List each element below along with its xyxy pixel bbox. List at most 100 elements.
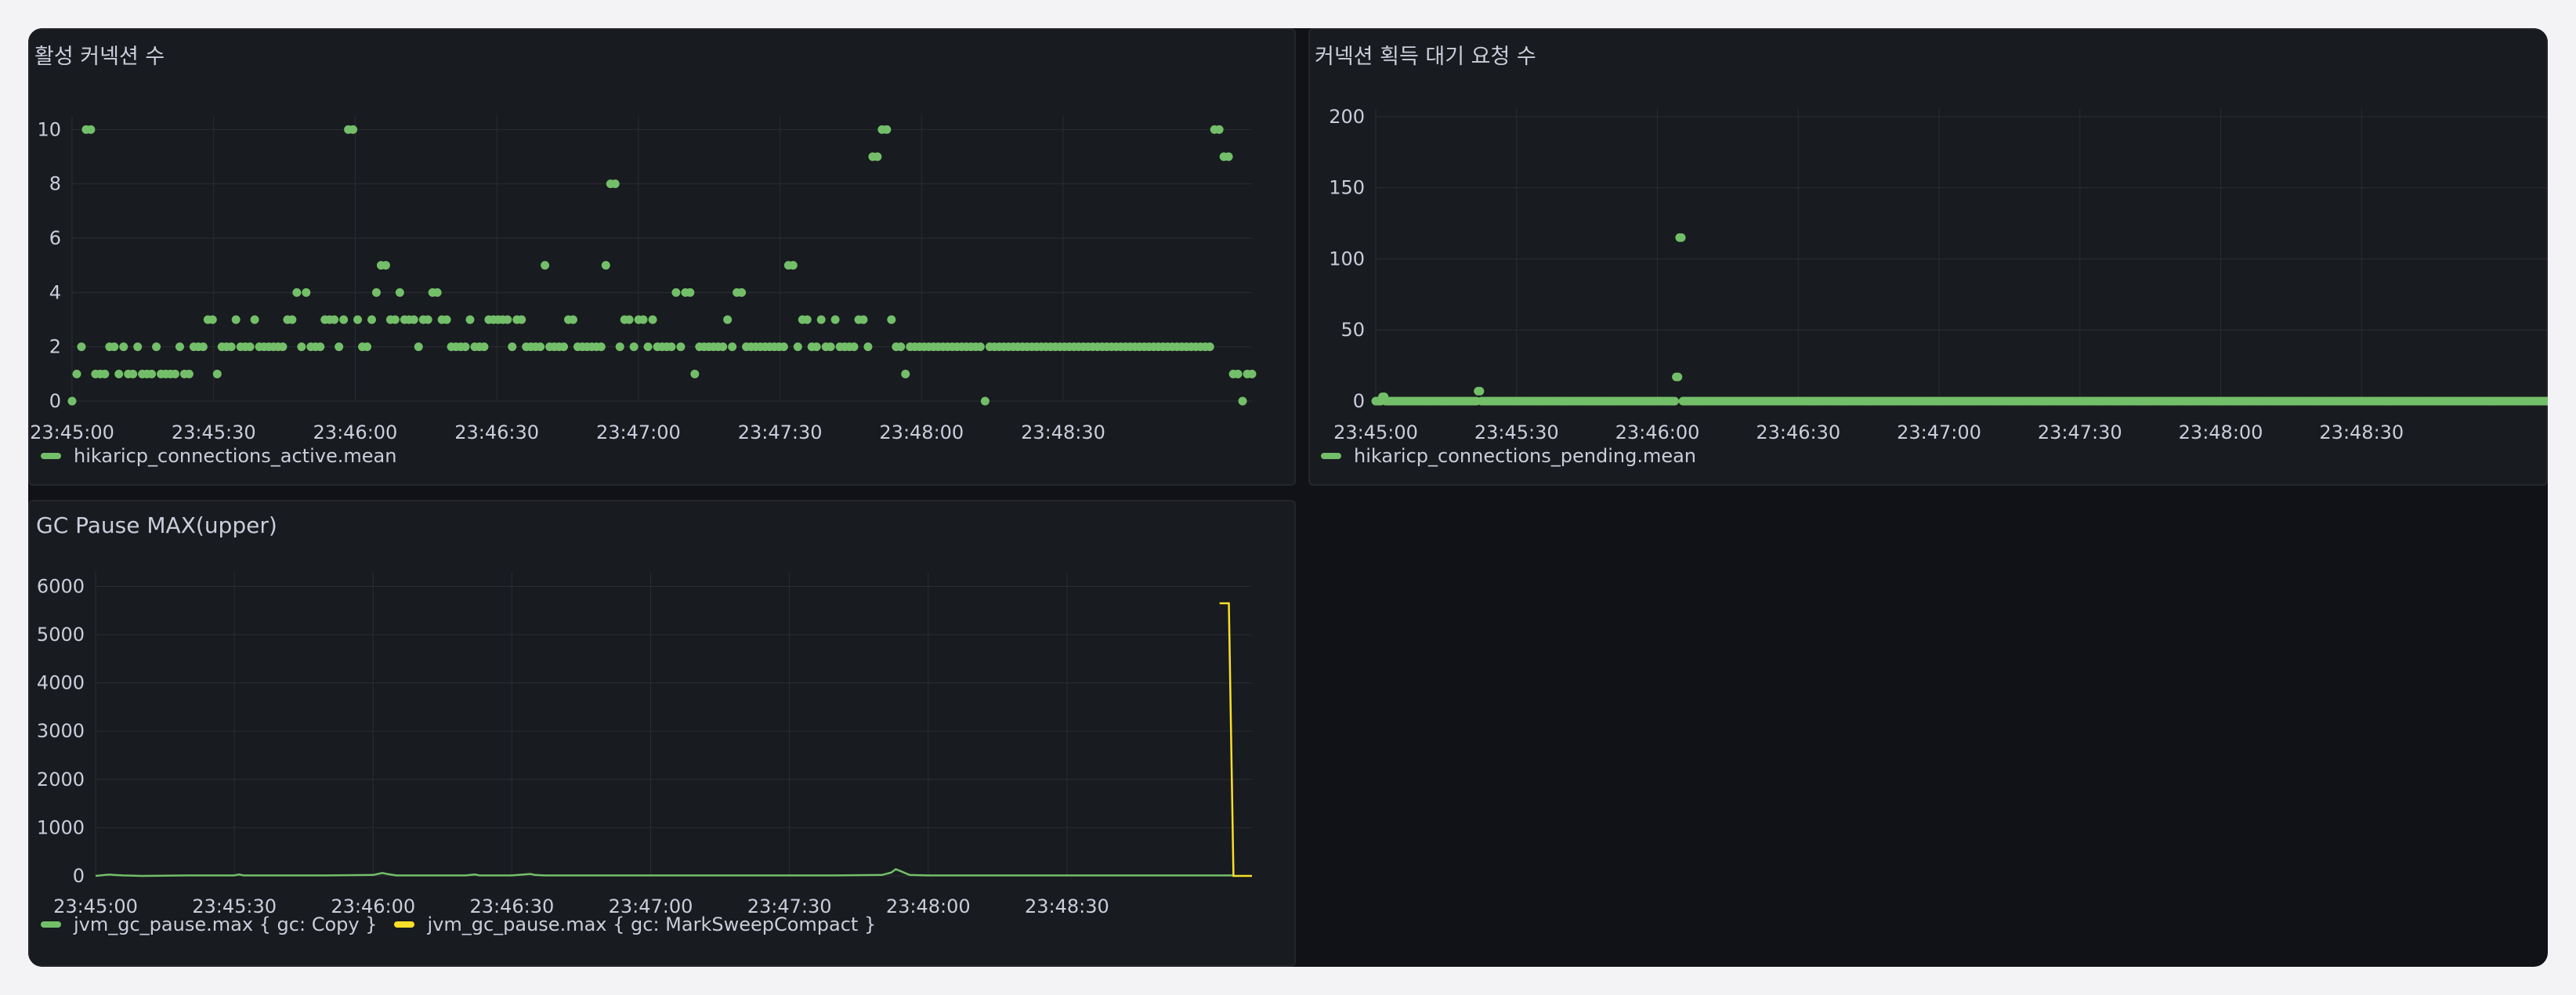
data-point xyxy=(723,315,733,324)
y-tick-label: 8 xyxy=(49,173,61,195)
data-point xyxy=(1224,152,1233,161)
data-point xyxy=(292,288,302,297)
data-point xyxy=(212,369,222,378)
data-point xyxy=(423,315,432,324)
data-point xyxy=(114,369,124,378)
data-point xyxy=(718,342,728,352)
legend-item[interactable]: hikaricp_connections_pending.mean xyxy=(1321,445,1696,467)
y-tick-label: 2000 xyxy=(37,769,85,791)
data-point xyxy=(667,342,676,352)
data-point xyxy=(1247,369,1257,378)
data-point xyxy=(77,342,86,352)
data-point xyxy=(353,315,363,324)
active-connections-panel[interactable]: 활성 커넥션 수 23:45:00 23:45:30 23:46:00 23:46:3… xyxy=(28,28,1296,486)
data-point xyxy=(826,342,835,352)
pending-connections-plot[interactable]: 23:45:00 23:45:30 23:46:00 23:46:30 23:47:00… xyxy=(1310,30,2548,487)
data-point xyxy=(1677,233,1686,242)
legend-swatch xyxy=(394,921,415,928)
data-point xyxy=(198,342,208,352)
data-point xyxy=(316,342,325,352)
x-tick-label: 23:46:30 xyxy=(454,422,539,443)
data-point xyxy=(517,315,526,324)
data-point xyxy=(975,342,985,352)
legend-swatch xyxy=(41,921,61,928)
data-point xyxy=(414,342,423,352)
y-tick-label: 150 xyxy=(1329,177,1365,199)
gc-pause-plot[interactable]: 23:45:00 23:45:30 23:46:00 23:46:30 23:47:00… xyxy=(30,501,1297,967)
y-tick-label: 6 xyxy=(49,227,61,249)
data-point xyxy=(882,125,892,134)
data-point xyxy=(503,315,512,324)
legend-item[interactable]: jvm_gc_pause.max { gc: Copy } xyxy=(41,914,377,935)
legend-swatch xyxy=(41,453,61,459)
data-point xyxy=(901,369,910,378)
data-point xyxy=(508,342,517,352)
data-point xyxy=(335,342,344,352)
data-point xyxy=(1475,386,1485,396)
legend-label: hikaricp_connections_pending.mean xyxy=(1354,445,1697,467)
data-point xyxy=(184,369,194,378)
data-point xyxy=(676,342,686,352)
data-point xyxy=(615,342,624,352)
y-tick-label: 2 xyxy=(49,336,61,358)
legend-label: jvm_gc_pause.max { gc: MarkSweepCompact … xyxy=(427,914,877,935)
data-point xyxy=(816,315,826,324)
x-tick-label: 23:45:00 xyxy=(1333,422,1418,443)
x-tick-label: 23:47:00 xyxy=(1897,422,1981,443)
data-point xyxy=(128,369,138,378)
x-tick-label: 23:48:00 xyxy=(886,896,971,917)
y-tick-label: 0 xyxy=(1353,390,1365,412)
data-point xyxy=(812,342,821,352)
x-tick-label: 23:48:30 xyxy=(1025,896,1109,917)
data-point xyxy=(133,342,143,352)
x-tick-label: 23:46:00 xyxy=(1615,422,1700,443)
data-point xyxy=(381,261,390,270)
pending-connections-panel[interactable]: 커넥션 획득 대기 요청 수 23:45:00 23:45:30 23:46:00 2… xyxy=(1308,28,2548,486)
y-tick-label: 6000 xyxy=(37,575,85,597)
data-point xyxy=(409,315,418,324)
x-tick-label: 23:48:30 xyxy=(2319,422,2404,443)
data-point xyxy=(793,342,802,352)
data-point xyxy=(245,342,255,352)
data-point xyxy=(302,288,311,297)
data-point xyxy=(671,288,681,297)
data-point xyxy=(568,315,577,324)
series-line xyxy=(95,867,1234,877)
data-point xyxy=(639,315,648,324)
legend: hikaricp_connections_active.mean xyxy=(41,445,396,467)
data-point xyxy=(86,125,96,134)
data-point xyxy=(330,315,339,324)
data-point xyxy=(859,315,868,324)
x-tick-label: 23:45:00 xyxy=(30,422,114,443)
data-point xyxy=(601,261,610,270)
series-line xyxy=(1219,602,1252,877)
data-point xyxy=(559,342,568,352)
data-point xyxy=(629,342,639,352)
data-point xyxy=(278,342,288,352)
legend-item[interactable]: jvm_gc_pause.max { gc: MarkSweepCompact … xyxy=(394,914,876,935)
data-point xyxy=(779,342,788,352)
data-point xyxy=(72,369,81,378)
legend-item[interactable]: hikaricp_connections_active.mean xyxy=(41,445,396,467)
data-point xyxy=(67,396,77,406)
data-point xyxy=(461,342,470,352)
data-point xyxy=(175,342,184,352)
data-point xyxy=(349,125,358,134)
data-point xyxy=(624,315,634,324)
x-tick-label: 23:47:30 xyxy=(738,422,823,443)
data-point xyxy=(830,315,840,324)
data-point xyxy=(100,369,110,378)
data-point xyxy=(873,152,882,161)
x-tick-label: 23:45:30 xyxy=(172,422,256,443)
data-point xyxy=(610,179,620,189)
active-connections-plot[interactable]: 23:45:00 23:45:30 23:46:00 23:46:30 23:47:00… xyxy=(30,30,1297,487)
data-point xyxy=(690,369,700,378)
data-point xyxy=(648,315,657,324)
x-tick-label: 23:47:00 xyxy=(596,422,681,443)
data-point xyxy=(390,315,400,324)
gc-pause-panel[interactable]: GC Pause MAX(upper) 23:45:00 23:45:30 23:4… xyxy=(28,500,1296,967)
data-point xyxy=(737,288,747,297)
data-point xyxy=(288,315,297,324)
y-tick-label: 200 xyxy=(1329,106,1365,128)
x-tick-label: 23:48:30 xyxy=(1021,422,1105,443)
